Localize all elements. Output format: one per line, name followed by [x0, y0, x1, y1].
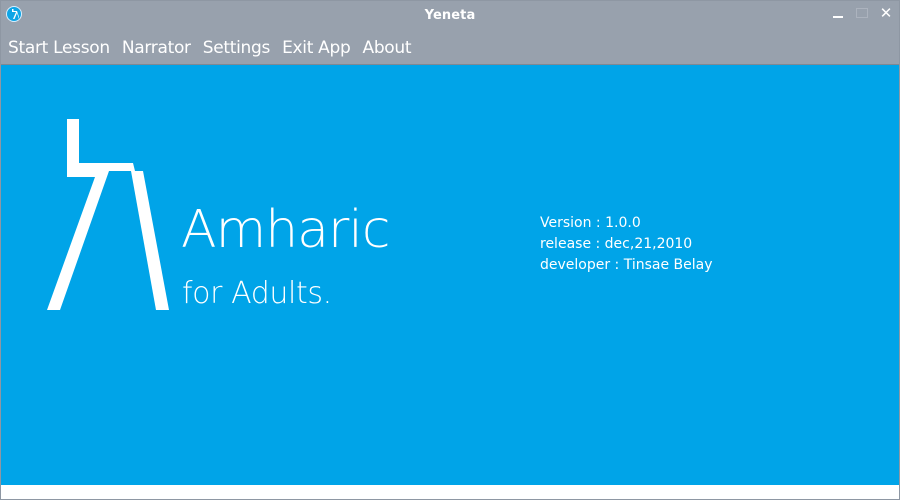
menu-item-settings[interactable]: Settings [203, 38, 271, 58]
splash-content: Amharic for Adults. Version : 1.0.0 rele… [1, 65, 899, 485]
close-icon[interactable]: ✕ [879, 6, 893, 21]
main-menu: Start Lesson Narrator Settings Exit App … [1, 31, 899, 65]
title-bar[interactable]: Yeneta ✕ [1, 1, 899, 31]
window-title: Yeneta [424, 8, 476, 23]
menu-item-start-lesson[interactable]: Start Lesson [8, 38, 110, 58]
version-text: Version : 1.0.0 [540, 215, 641, 231]
menu-item-about[interactable]: About [362, 38, 411, 58]
maximize-icon[interactable] [855, 6, 869, 20]
window-controls: ✕ [831, 1, 893, 25]
developer-text: developer : Tinsae Belay [540, 257, 713, 273]
application-window: Yeneta ✕ Start Lesson Narrator Settings … [0, 0, 900, 500]
brand-name: Amharic [181, 200, 390, 260]
menu-item-exit-app[interactable]: Exit App [282, 38, 351, 58]
app-info: Version : 1.0.0 release : dec,21,2010 de… [540, 213, 713, 276]
brand-tagline: for Adults. [182, 276, 332, 311]
minimize-icon[interactable] [831, 6, 845, 20]
menu-item-narrator[interactable]: Narrator [122, 38, 191, 58]
release-date-text: release : dec,21,2010 [540, 236, 693, 252]
amharic-letter-icon [47, 119, 169, 310]
bottom-strip [1, 485, 899, 499]
